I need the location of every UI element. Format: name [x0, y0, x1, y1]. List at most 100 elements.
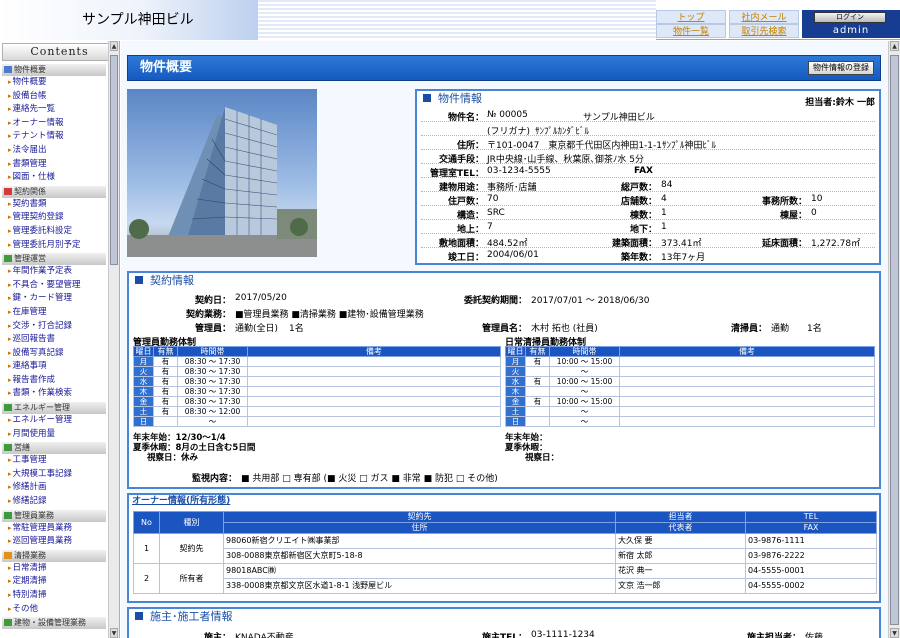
sidebar-item[interactable]: ▸連絡事項 — [2, 360, 106, 374]
scroll-up-icon[interactable]: ▲ — [890, 41, 899, 51]
sidebar-item[interactable]: ▸月間使用量 — [2, 428, 106, 442]
sidebar-item[interactable]: ▸物件概要 — [2, 76, 106, 90]
main-scroll-thumb[interactable] — [890, 55, 899, 625]
sidebar-item[interactable]: ▸巡回報告書 — [2, 333, 106, 347]
sidebar-section-label: 営繕 — [14, 443, 30, 453]
sidebar-section-label: 管理員業務 — [14, 510, 54, 520]
annex-value: 0 — [811, 208, 817, 218]
sidebar-item-label: 年間作業予定表 — [12, 266, 73, 277]
sidebar-item[interactable]: ▸法令届出 — [2, 144, 106, 158]
schedule-time: 08:30 ～ 17:30 — [177, 356, 248, 367]
nav-client-search-link[interactable]: 取引先検索 — [729, 24, 799, 38]
sidebar-item[interactable]: ▸特別清掃 — [2, 589, 106, 603]
sidebar-item[interactable]: ▸書類・作業検索 — [2, 387, 106, 401]
sidebar-item[interactable]: ▸報告書作成 — [2, 374, 106, 388]
sidebar-item[interactable]: ▸鍵・カード管理 — [2, 292, 106, 306]
schedule-time: 08:30 ～ 17:30 — [177, 366, 248, 377]
sidebar-item[interactable]: ▸オーナー情報 — [2, 117, 106, 131]
sidebar-item[interactable]: ▸修繕記録 — [2, 495, 106, 509]
collapse-minus-icon[interactable] — [4, 619, 12, 627]
schedule-row: 月有 08:30 ～ 17:30 — [133, 356, 501, 367]
sidebar-section-header[interactable]: 営繕 — [2, 442, 106, 455]
main-scrollbar[interactable]: ▲ ▼ — [888, 41, 900, 638]
sidebar-section-label: 建物・設備管理業務 — [14, 618, 86, 628]
sidebar-section-header[interactable]: 物件概要 — [2, 64, 106, 76]
bullet-arrow-icon: ▸ — [8, 132, 12, 141]
sidebar-item[interactable]: ▸設備写真記録 — [2, 347, 106, 361]
bullet-arrow-icon: ▸ — [8, 240, 12, 249]
age-label: 築年数： — [620, 253, 657, 263]
sidebar-scroll-thumb[interactable] — [110, 55, 118, 265]
schedule-day: 月 — [133, 356, 154, 367]
address-label: 住所： — [456, 141, 484, 151]
sidebar-item[interactable]: ▸テナント情報 — [2, 130, 106, 144]
sidebar-item[interactable]: ▸日常清掃 — [2, 562, 106, 576]
sidebar-item[interactable]: ▸大規模工事記録 — [2, 468, 106, 482]
sidebar-item[interactable]: ▸修繕計画 — [2, 481, 106, 495]
page-title: 物件概要 — [140, 60, 193, 75]
owner-col-staff: 担当者 — [615, 511, 746, 523]
builder-info-panel: 施主･施工者情報 施主： KNADA不動産 施主TEL： 03-1111-123… — [127, 607, 881, 638]
sidebar-item[interactable]: ▸管理委託料設定 — [2, 225, 106, 239]
scroll-down-icon[interactable]: ▼ — [110, 628, 118, 638]
nav-top-link[interactable]: トップ — [656, 10, 726, 24]
sidebar-item[interactable]: ▸交渉・打合記録 — [2, 320, 106, 334]
collapse-minus-icon[interactable] — [4, 255, 12, 263]
schedule-time: 08:30 ～ 12:00 — [177, 406, 248, 417]
collapse-minus-icon[interactable] — [4, 404, 12, 412]
sidebar-item[interactable]: ▸エネルギー管理 — [2, 414, 106, 428]
sidebar-section-header[interactable]: 管理員業務 — [2, 509, 106, 522]
sidebar-item[interactable]: ▸巡回管理員業務 — [2, 535, 106, 549]
scroll-down-icon[interactable]: ▼ — [890, 628, 899, 638]
sidebar-scrollbar[interactable]: ▲ ▼ — [108, 41, 119, 638]
sidebar-section-header[interactable]: 清掃業務 — [2, 549, 106, 562]
table-row: 308-0088東京都新宿区大京町5-18-8 新宿 太郎 03-9876-2222 — [134, 548, 877, 564]
scroll-up-icon[interactable]: ▲ — [110, 41, 118, 51]
schedule-note — [619, 376, 875, 387]
sidebar-item[interactable]: ▸常駐管理員業務 — [2, 522, 106, 536]
owner-info-heading[interactable]: オーナー情報(所有形態) — [129, 495, 879, 509]
sidebar-section-label: 物件概要 — [14, 65, 46, 74]
collapse-minus-icon[interactable] — [4, 444, 12, 452]
sidebar-item[interactable]: ▸書類管理 — [2, 158, 106, 172]
building-use-value: 事務所･店舗 — [487, 183, 537, 193]
collapse-minus-icon[interactable] — [4, 511, 12, 519]
sidebar-item[interactable]: ▸不具合・要望管理 — [2, 279, 106, 293]
schedule-time: 10:00 ～ 15:00 — [549, 396, 620, 407]
collapse-minus-icon[interactable] — [4, 66, 12, 73]
sidebar-item[interactable]: ▸設備台帳 — [2, 90, 106, 104]
sidebar-section-header[interactable]: 建物・設備管理業務 — [2, 617, 106, 630]
col-on: 有無 — [153, 346, 178, 357]
register-property-button[interactable]: 物件情報の登録 — [808, 61, 874, 75]
sidebar-item[interactable]: ▸管理契約登録 — [2, 211, 106, 225]
sidebar-item-label: 特別清掃 — [12, 590, 47, 600]
sidebar-item[interactable]: ▸年間作業予定表 — [2, 265, 106, 279]
schedule-day: 土 — [133, 406, 154, 417]
sidebar-item[interactable]: ▸連絡先一覧 — [2, 103, 106, 117]
collapse-minus-icon[interactable] — [4, 551, 12, 559]
sidebar-item[interactable]: ▸在庫管理 — [2, 306, 106, 320]
nav-internal-mail-link[interactable]: 社内メール — [729, 10, 799, 24]
owner-type: 所有者 — [159, 563, 224, 594]
sidebar-item[interactable]: ▸工事管理 — [2, 454, 106, 468]
nav-property-list-link[interactable]: 物件一覧 — [656, 24, 726, 38]
sidebar-section-header[interactable]: エネルギー管理 — [2, 402, 106, 415]
sidebar-item[interactable]: ▸その他 — [2, 603, 106, 617]
manager-name-value: 木村 拓也 (社員) — [531, 324, 598, 334]
contract-info-panel: 契約情報 契約日： 2017/05/20 委託契約期間： 2017/07/01 … — [127, 271, 881, 489]
sidebar-section-header[interactable]: 契約関係 — [2, 185, 106, 198]
sidebar-section-header[interactable]: 管理運営 — [2, 253, 106, 266]
sidebar-item[interactable]: ▸管理委託月別予定 — [2, 239, 106, 253]
bullet-arrow-icon: ▸ — [8, 523, 12, 532]
sidebar-item-label: エネルギー管理 — [12, 415, 73, 426]
sidebar-menu: 物件概要 ▸物件概要 ▸設備台帳 ▸連絡先一覧 ▸オーナー情報 ▸テナント情報 ▸法令届出 ▸… — [2, 63, 106, 630]
sidebar-item[interactable]: ▸図面・仕様 — [2, 171, 106, 185]
sidebar-item[interactable]: ▸定期清掃 — [2, 575, 106, 589]
sidebar-item[interactable]: ▸契約書類 — [2, 198, 106, 212]
sidebar: Contents 物件概要 ▸物件概要 ▸設備台帳 ▸連絡先一覧 ▸オーナー情報 ▸テナン… — [0, 41, 120, 638]
schedule-row: 日～ — [505, 416, 875, 427]
sidebar-item-label: 図面・仕様 — [12, 172, 56, 183]
site-area-label: 敷地面積： — [438, 239, 484, 249]
login-button[interactable]: ログイン — [814, 12, 886, 23]
collapse-minus-icon[interactable] — [4, 187, 12, 195]
